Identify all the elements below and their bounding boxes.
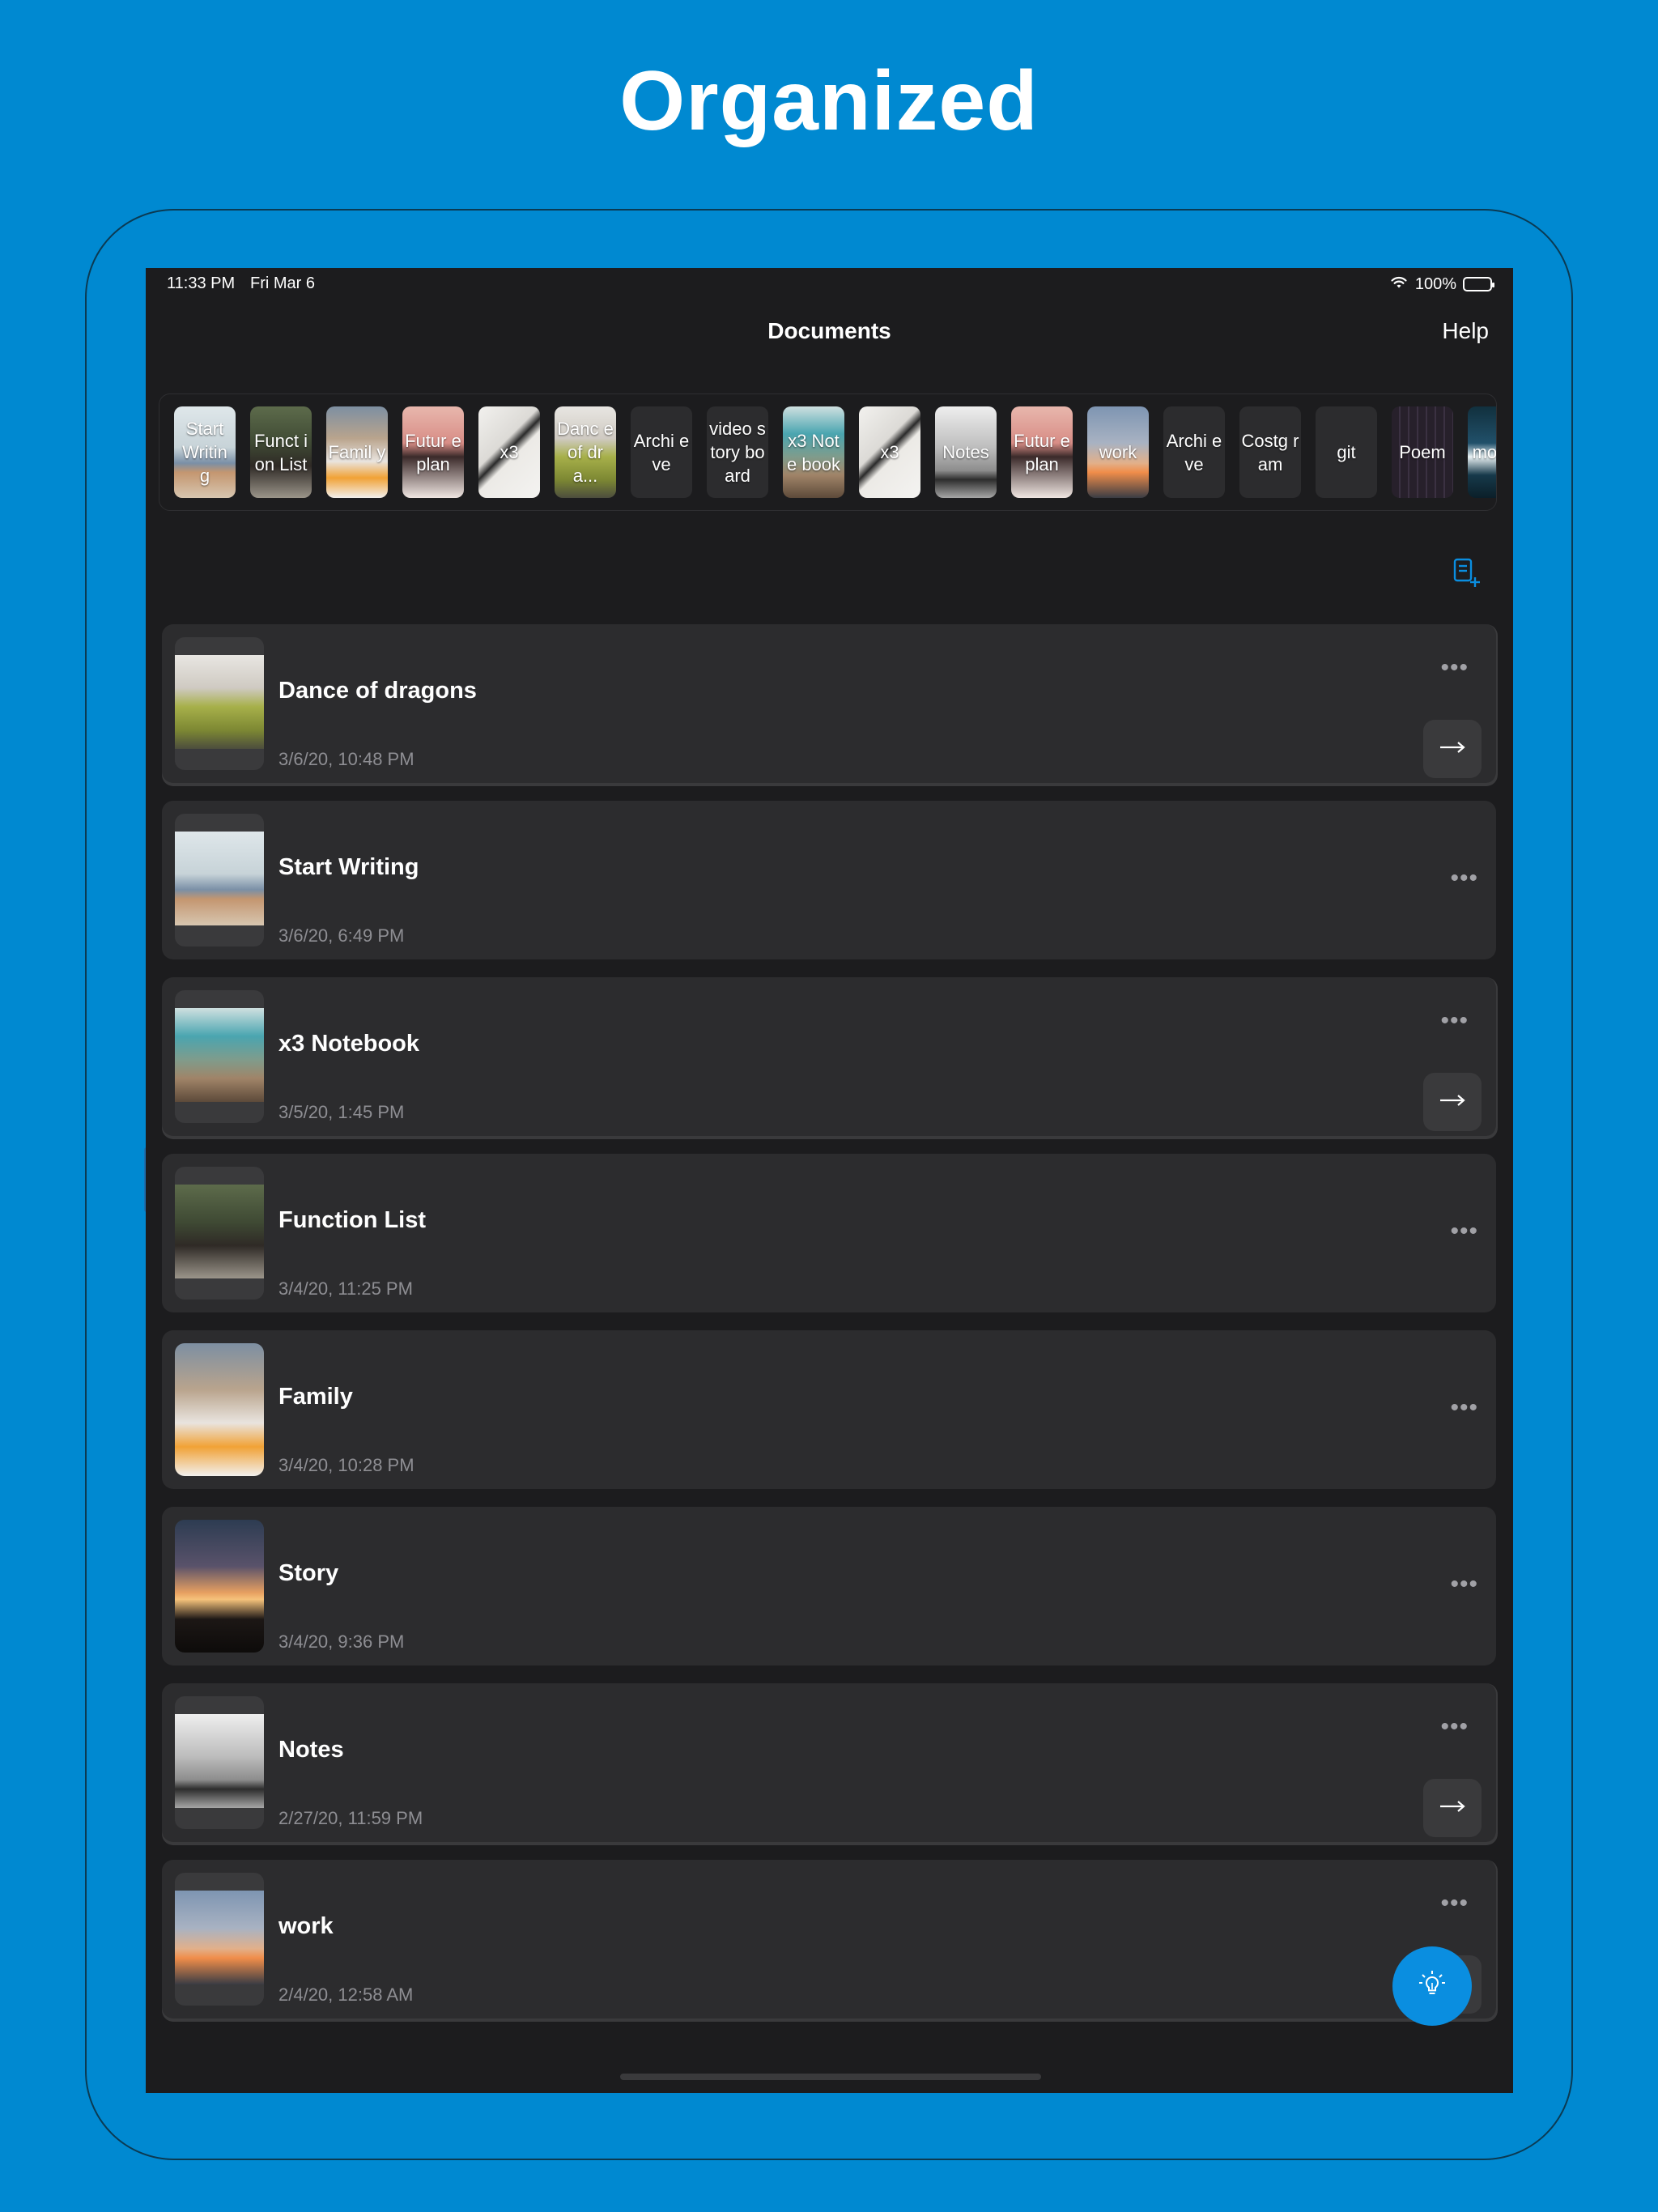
document-thumbnail — [175, 637, 264, 770]
chip-label: x3 — [880, 442, 899, 462]
document-chip[interactable]: Famil y — [326, 406, 388, 498]
document-thumbnail — [175, 990, 264, 1123]
document-row[interactable]: Function List 3/4/20, 11:25 PM ••• — [162, 1154, 1496, 1312]
document-chip[interactable]: Futur e plan — [402, 406, 464, 498]
more-dots-icon[interactable]: ••• — [1440, 656, 1469, 680]
document-chip[interactable]: Futur e plan — [1011, 406, 1073, 498]
chip-label: Futur e plan — [405, 430, 461, 474]
document-row[interactable]: Notes 2/27/20, 11:59 PM ••• — [162, 1683, 1498, 1842]
document-thumbnail — [175, 814, 264, 946]
document-row[interactable]: Story 3/4/20, 9:36 PM ••• — [162, 1507, 1496, 1665]
document-row[interactable]: Dance of dragons 3/6/20, 10:48 PM ••• — [162, 624, 1498, 783]
document-date: 2/4/20, 12:58 AM — [278, 1984, 414, 2005]
more-dots-icon[interactable]: ••• — [1450, 1572, 1478, 1597]
document-title: Function List — [278, 1207, 427, 1233]
document-row[interactable]: work 2/4/20, 12:58 AM ••• — [162, 1860, 1498, 2018]
document-date: 3/5/20, 1:45 PM — [278, 1102, 405, 1122]
chip-label: Costg ram — [1241, 430, 1299, 474]
chip-label: video story board — [709, 419, 766, 486]
arrow-right-icon — [1439, 1093, 1466, 1112]
chip-label: x3 — [500, 442, 519, 462]
chip-label: work — [1099, 442, 1137, 462]
chip-label: Archi eve — [633, 430, 690, 474]
battery-percent: 100% — [1414, 274, 1456, 293]
open-document-button[interactable] — [1423, 1073, 1482, 1131]
document-chip[interactable]: Poem — [1392, 406, 1453, 498]
document-chip[interactable]: x3 Note book — [783, 406, 844, 498]
chip-label: mo dic — [1472, 442, 1497, 462]
lightbulb-icon — [1414, 1967, 1450, 2006]
document-thumbnail — [175, 1520, 264, 1653]
chip-label: Start Writin g — [182, 419, 227, 486]
chip-label: Futur e plan — [1014, 430, 1070, 474]
document-chip[interactable]: Danc e of dra... — [555, 406, 616, 498]
add-document-icon[interactable] — [1452, 556, 1484, 589]
document-row[interactable]: Start Writing 3/6/20, 6:49 PM ••• — [162, 801, 1496, 959]
open-document-button[interactable] — [1423, 720, 1482, 778]
status-time: 11:33 PM — [167, 274, 236, 292]
document-chip[interactable]: git — [1316, 406, 1377, 498]
chip-label: Poem — [1399, 442, 1446, 462]
chip-label: Funct ion List — [253, 430, 308, 474]
document-date: 3/6/20, 10:48 PM — [278, 749, 414, 769]
fab-button[interactable] — [1392, 1946, 1472, 2026]
document-thumbnail — [175, 1696, 264, 1829]
more-dots-icon[interactable]: ••• — [1440, 1715, 1469, 1739]
document-chip[interactable]: video story board — [707, 406, 768, 498]
arrow-right-icon — [1439, 740, 1466, 759]
document-thumbnail — [175, 1343, 264, 1476]
chip-label: Famil y — [328, 442, 386, 462]
help-button[interactable]: Help — [1442, 318, 1489, 344]
document-thumbnail — [175, 1167, 264, 1300]
more-dots-icon[interactable]: ••• — [1440, 1009, 1469, 1033]
document-title: Family — [278, 1384, 353, 1410]
document-chip[interactable]: Start Writin g — [174, 406, 236, 498]
status-date: Fri Mar 6 — [250, 274, 315, 292]
document-date: 3/4/20, 9:36 PM — [278, 1631, 405, 1652]
document-strip[interactable]: Start Writin g Funct ion List Famil y Futur… — [159, 393, 1497, 511]
document-row[interactable]: Family 3/4/20, 10:28 PM ••• — [162, 1330, 1496, 1489]
document-chip[interactable]: Archi eve — [631, 406, 692, 498]
document-row[interactable]: x3 Notebook 3/5/20, 1:45 PM ••• — [162, 977, 1498, 1136]
more-dots-icon[interactable]: ••• — [1440, 1891, 1469, 1916]
document-chip[interactable]: Costg ram — [1239, 406, 1301, 498]
more-dots-icon[interactable]: ••• — [1450, 866, 1478, 891]
document-title: x3 Notebook — [278, 1031, 420, 1057]
document-title: Dance of dragons — [278, 678, 477, 704]
document-thumbnail — [175, 1873, 264, 2006]
chip-label: Archi eve — [1166, 430, 1222, 474]
document-title: work — [278, 1913, 334, 1939]
app-screen: 11:33 PM Fri Mar 6 100% Documents Help S… — [146, 268, 1513, 2093]
more-dots-icon[interactable]: ••• — [1450, 1219, 1478, 1244]
document-date: 3/4/20, 11:25 PM — [278, 1278, 413, 1299]
document-date: 2/27/20, 11:59 PM — [278, 1808, 423, 1828]
battery-icon — [1463, 277, 1494, 291]
document-chip[interactable]: Notes — [935, 406, 997, 498]
page-title: Documents — [767, 318, 891, 343]
document-chip[interactable]: Archi eve — [1163, 406, 1225, 498]
status-bar: 11:33 PM Fri Mar 6 100% — [146, 268, 1513, 300]
document-title: Start Writing — [278, 854, 419, 880]
document-chip[interactable]: x3 — [859, 406, 920, 498]
status-indicators: 100% — [1389, 274, 1494, 294]
document-date: 3/4/20, 10:28 PM — [278, 1455, 414, 1475]
home-indicator[interactable] — [620, 2074, 1041, 2080]
chip-label: Notes — [942, 442, 989, 462]
document-chip[interactable]: mo dic — [1468, 406, 1497, 498]
document-title: Story — [278, 1560, 339, 1586]
document-title: Notes — [278, 1737, 344, 1763]
open-document-button[interactable] — [1423, 1779, 1482, 1837]
document-chip[interactable]: work — [1087, 406, 1149, 498]
arrow-right-icon — [1439, 1799, 1466, 1818]
more-dots-icon[interactable]: ••• — [1450, 1396, 1478, 1420]
chip-label: x3 Note book — [786, 430, 841, 474]
chip-label: git — [1337, 442, 1356, 462]
document-chip[interactable]: Funct ion List — [250, 406, 312, 498]
chip-label: Danc e of dra... — [557, 419, 614, 486]
document-date: 3/6/20, 6:49 PM — [278, 925, 405, 946]
headline: Organized — [619, 54, 1039, 148]
document-chip[interactable]: x3 — [478, 406, 540, 498]
wifi-icon — [1389, 274, 1409, 294]
